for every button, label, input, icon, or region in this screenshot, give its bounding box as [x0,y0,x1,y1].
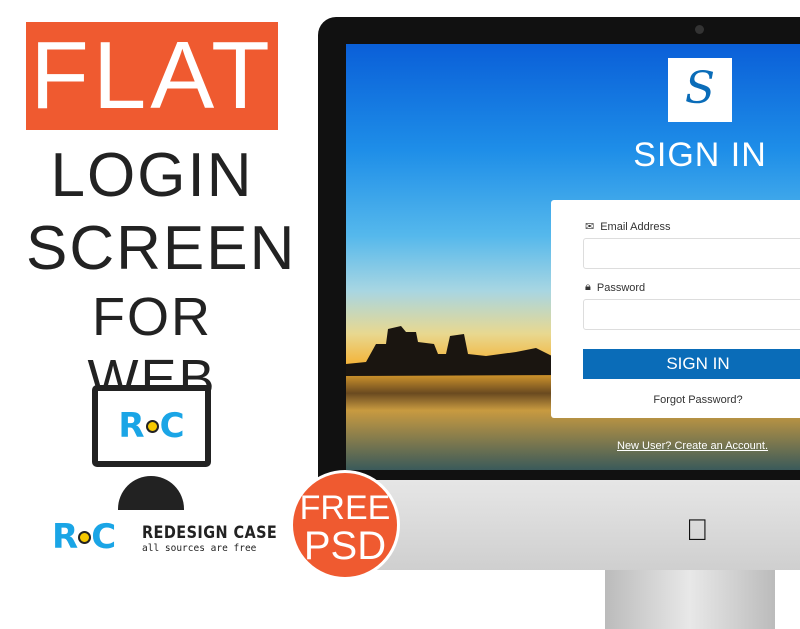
headline-screen: SCREEN [26,214,297,283]
badge-free: FREE [299,489,391,527]
forgot-password-link[interactable]: Forgot Password? [583,394,800,406]
apple-logo-icon:  [686,514,709,548]
badge-psd: PSD [303,524,387,568]
headline-login: LOGIN [50,141,254,210]
monitor-stand-icon [118,476,184,510]
app-logo: S [668,58,732,122]
password-input[interactable] [583,299,800,330]
login-card: ✉ Email Address 🔒︎ Password SIGN IN Forgot… [551,200,800,418]
sign-in-title: SIGN IN [633,136,767,174]
free-psd-badge: FREE PSD [290,470,400,580]
email-label-text: Email Address [600,220,671,233]
email-label: ✉ Email Address [585,220,671,234]
password-label-text: Password [596,281,646,294]
brand-tagline: all sources are free [142,543,257,554]
password-label: 🔒︎ Password [585,281,645,294]
camera-icon [695,25,704,34]
sign-in-button[interactable]: SIGN IN [583,349,800,379]
brand-logo: RC [52,517,117,557]
brand-name: REDESIGN CASE [142,523,278,543]
email-input[interactable] [583,238,800,269]
rc-monitor-icon: RC [92,385,211,467]
create-account-link[interactable]: New User? Create an Account. [617,440,768,452]
monitor-stand [605,570,775,629]
envelope-icon: ✉ [585,221,595,233]
headline-flat: FLAT [26,22,278,130]
lock-icon: 🔒︎ [585,281,591,293]
login-screen: S SIGN IN ✉ Email Address 🔒︎ Password SIGN… [346,44,800,470]
brand-text: REDESIGN CASE all sources are free [142,523,301,554]
